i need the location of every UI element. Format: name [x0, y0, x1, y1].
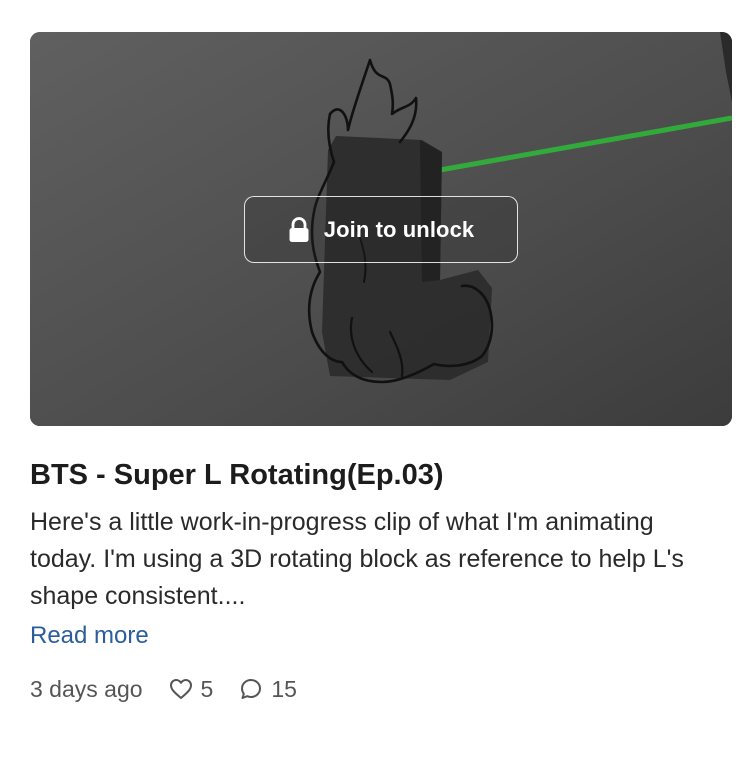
join-to-unlock-button[interactable]: Join to unlock: [244, 196, 518, 263]
post-card: Join to unlock BTS - Super L Rotating(Ep…: [0, 0, 755, 763]
like-button[interactable]: 5: [169, 675, 214, 703]
like-count: 5: [200, 675, 214, 702]
comment-count: 15: [271, 675, 297, 702]
heart-icon: [169, 679, 192, 699]
comment-icon: [241, 679, 262, 699]
join-to-unlock-label: Join to unlock: [323, 216, 475, 242]
read-more-link[interactable]: Read more: [30, 622, 149, 650]
locked-media-thumbnail[interactable]: Join to unlock: [30, 32, 732, 426]
post-timestamp: 3 days ago: [30, 675, 143, 702]
post-description: Here's a little work-in-progress clip of…: [30, 508, 684, 610]
comment-button[interactable]: 15: [239, 676, 297, 703]
post-title[interactable]: BTS - Super L Rotating(Ep.03): [30, 456, 730, 494]
post-meta: 3 days ago 5 15: [30, 674, 323, 704]
lock-icon: [289, 216, 309, 242]
